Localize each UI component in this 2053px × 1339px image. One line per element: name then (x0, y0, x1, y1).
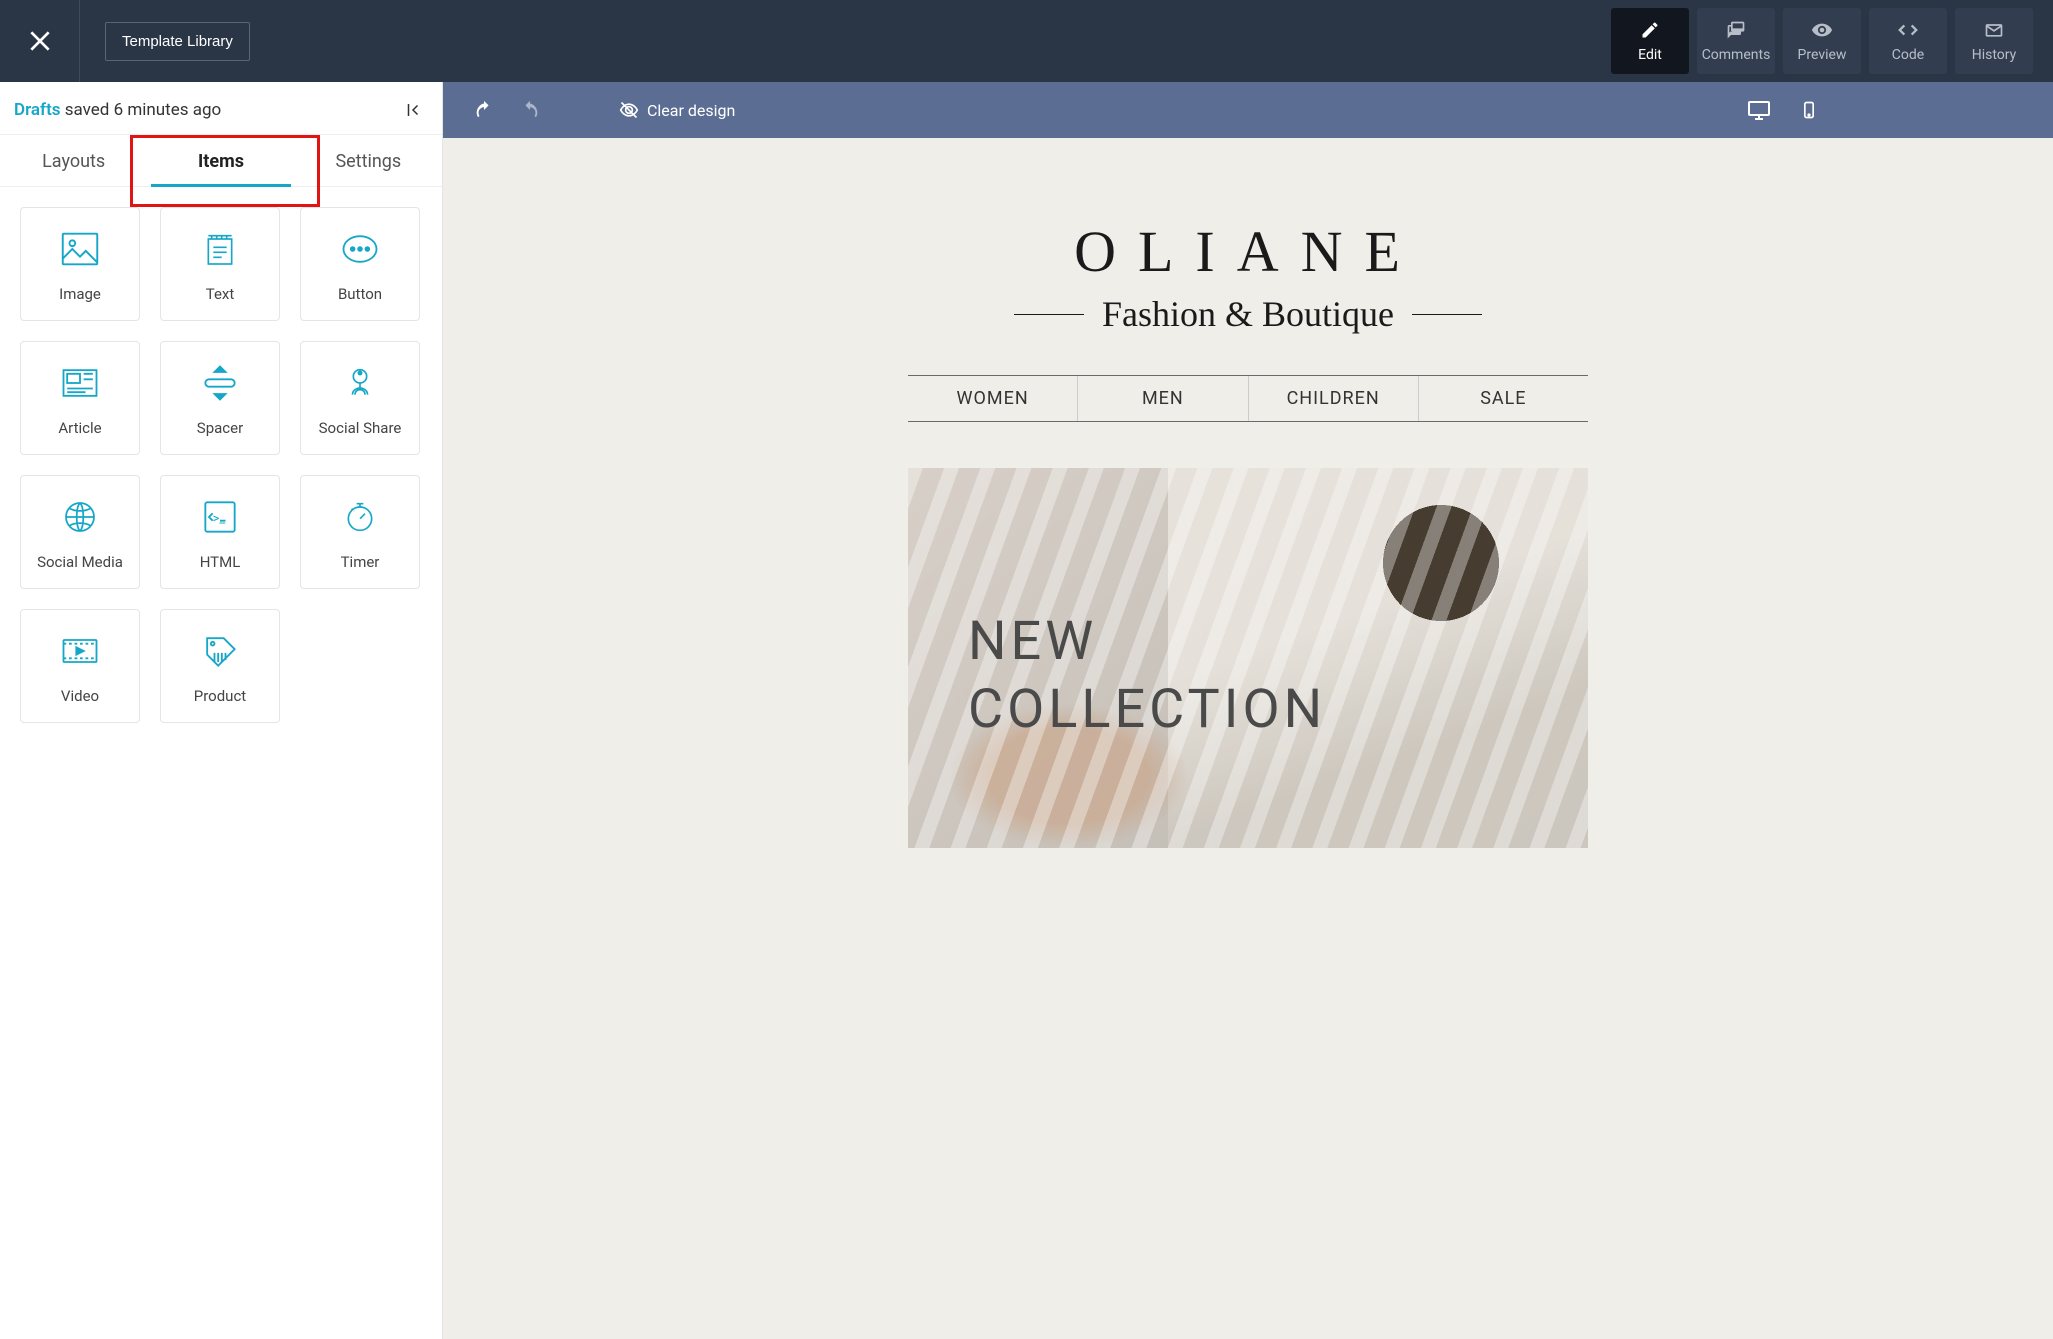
undo-button[interactable] (473, 99, 495, 121)
device-switcher (1747, 98, 1819, 122)
hero-line1: NEW (968, 608, 1326, 676)
spacer-icon (198, 359, 242, 407)
brand-name: OLIANE (443, 218, 2053, 285)
tab-items[interactable]: Items (147, 135, 294, 186)
mode-preview[interactable]: Preview (1783, 8, 1861, 74)
comments-icon (1726, 19, 1746, 41)
sidebar-tabs: Layouts Items Settings (0, 135, 442, 187)
item-text[interactable]: Text (160, 207, 280, 321)
brand-tagline: Fashion & Boutique (1102, 293, 1394, 335)
mode-code[interactable]: Code (1869, 8, 1947, 74)
sidebar: Drafts saved 6 minutes ago Layouts Items… (0, 82, 443, 1339)
close-button[interactable] (0, 0, 80, 82)
mode-history[interactable]: History (1955, 8, 2033, 74)
mode-comments-label: Comments (1702, 47, 1771, 63)
email-preview[interactable]: OLIANE Fashion & Boutique WOMEN MEN CHIL… (443, 138, 2053, 848)
canvas-toolbar-left: Clear design (473, 99, 735, 121)
item-product[interactable]: Product (160, 609, 280, 723)
mode-preview-label: Preview (1798, 47, 1847, 63)
item-button-label: Button (338, 285, 382, 303)
mode-edit[interactable]: Edit (1611, 8, 1689, 74)
template-library-button[interactable]: Template Library (105, 22, 250, 61)
item-social-media[interactable]: Social Media (20, 475, 140, 589)
item-video[interactable]: Video (20, 609, 140, 723)
drafts-status-bar: Drafts saved 6 minutes ago (0, 82, 442, 135)
eye-icon (1811, 19, 1833, 41)
topbar-left: Template Library (0, 0, 250, 82)
item-image[interactable]: Image (20, 207, 140, 321)
item-html[interactable]: >_ HTML (160, 475, 280, 589)
item-button[interactable]: Button (300, 207, 420, 321)
nav-men[interactable]: MEN (1078, 376, 1248, 421)
mail-icon (1984, 19, 2004, 41)
hero-text: NEW COLLECTION (968, 608, 1326, 743)
item-html-label: HTML (200, 553, 241, 571)
social-share-icon (340, 359, 380, 407)
canvas-toolbar: Clear design (443, 82, 2053, 138)
drafts-link[interactable]: Drafts (14, 100, 61, 120)
button-icon (338, 225, 382, 273)
close-icon (27, 28, 53, 54)
nav-sale[interactable]: SALE (1419, 376, 1588, 421)
item-article[interactable]: Article (20, 341, 140, 455)
social-media-icon (59, 493, 101, 541)
saved-text: saved 6 minutes ago (61, 100, 222, 120)
item-timer-label: Timer (341, 553, 380, 571)
redo-button[interactable] (519, 99, 541, 121)
device-desktop-button[interactable] (1747, 98, 1771, 122)
item-social-share[interactable]: Social Share (300, 341, 420, 455)
canvas-scroll[interactable]: OLIANE Fashion & Boutique WOMEN MEN CHIL… (443, 138, 2053, 1339)
svg-text:>_: >_ (213, 512, 226, 527)
nav-children[interactable]: CHILDREN (1249, 376, 1419, 421)
items-grid: Image Text Button (0, 187, 442, 743)
device-mobile-button[interactable] (1799, 100, 1819, 120)
html-icon: >_ (198, 493, 242, 541)
item-product-label: Product (194, 687, 246, 705)
mode-code-label: Code (1892, 47, 1924, 63)
drafts-status: Drafts saved 6 minutes ago (14, 100, 221, 120)
text-icon (200, 225, 240, 273)
item-spacer[interactable]: Spacer (160, 341, 280, 455)
item-social-media-label: Social Media (37, 553, 123, 571)
item-image-label: Image (59, 285, 101, 303)
item-text-label: Text (206, 285, 235, 303)
code-icon (1897, 19, 1919, 41)
redo-icon (519, 99, 541, 121)
email-logo: OLIANE Fashion & Boutique (443, 218, 2053, 335)
item-social-share-label: Social Share (319, 419, 402, 437)
hero-line2: COLLECTION (968, 676, 1326, 744)
item-spacer-label: Spacer (197, 419, 243, 437)
collapse-sidebar-button[interactable] (404, 101, 422, 119)
canvas-area: Clear design (443, 82, 2053, 1339)
image-icon (57, 225, 103, 273)
hero-banner[interactable]: NEW COLLECTION (908, 468, 1588, 848)
item-video-label: Video (61, 687, 99, 705)
article-icon (58, 359, 102, 407)
tab-settings[interactable]: Settings (295, 135, 442, 186)
collapse-left-icon (404, 101, 422, 119)
pencil-icon (1640, 19, 1660, 41)
product-icon (198, 627, 242, 675)
tagline-line-left (1014, 314, 1084, 315)
mode-history-label: History (1972, 47, 2017, 63)
tab-layouts[interactable]: Layouts (0, 135, 147, 186)
nav-women[interactable]: WOMEN (908, 376, 1078, 421)
desktop-icon (1747, 98, 1771, 122)
email-nav: WOMEN MEN CHILDREN SALE (908, 375, 1588, 422)
clear-icon (619, 100, 639, 120)
clear-design-label: Clear design (647, 101, 735, 120)
clear-design-button[interactable]: Clear design (619, 100, 735, 120)
topbar-modes: Edit Comments Preview Code (1611, 8, 2033, 74)
item-article-label: Article (58, 419, 101, 437)
tagline-line-right (1412, 314, 1482, 315)
mobile-icon (1799, 100, 1819, 120)
item-timer[interactable]: Timer (300, 475, 420, 589)
mode-comments[interactable]: Comments (1697, 8, 1775, 74)
undo-icon (473, 99, 495, 121)
timer-icon (340, 493, 380, 541)
top-header: Template Library Edit Comments Preview (0, 0, 2053, 82)
tagline-row: Fashion & Boutique (443, 293, 2053, 335)
mode-edit-label: Edit (1638, 47, 1662, 63)
video-icon (58, 627, 102, 675)
